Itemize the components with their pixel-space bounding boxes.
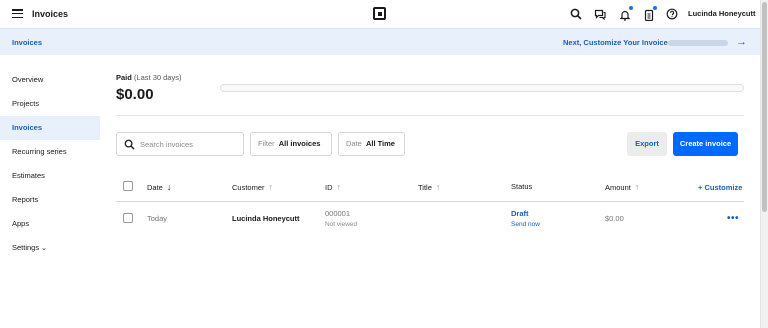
- row-id: 000001: [325, 209, 351, 218]
- bell-icon[interactable]: [619, 6, 633, 21]
- sidebar-item-projects[interactable]: Projects: [0, 92, 100, 116]
- sort-arrow-icon: ↑: [268, 182, 274, 192]
- paid-label: Paid: [116, 73, 132, 82]
- sidebar-item-reports[interactable]: Reports: [0, 188, 100, 212]
- column-header-title[interactable]: Title ↑: [418, 182, 440, 192]
- arrow-right-icon[interactable]: →: [736, 36, 747, 48]
- next-step-link[interactable]: Next, Customize Your Invoice: [563, 38, 668, 47]
- square-logo-icon[interactable]: [373, 7, 386, 20]
- row-checkbox[interactable]: [123, 213, 133, 223]
- scrollbar-thumb[interactable]: [762, 2, 767, 212]
- sidebar-item-estimates[interactable]: Estimates: [0, 164, 100, 188]
- column-header-id[interactable]: ID ↑: [325, 182, 341, 192]
- paid-period: (Last 30 days): [133, 73, 182, 82]
- column-label: Date: [147, 182, 163, 192]
- sidebar-item-label: Settings: [12, 243, 40, 252]
- sidebar-item-overview[interactable]: Overview: [0, 68, 100, 92]
- column-label: ID: [325, 182, 333, 192]
- sort-arrow-icon: ↑: [336, 182, 342, 192]
- user-name[interactable]: Lucinda Honeycutt: [688, 9, 756, 18]
- sort-arrow-icon: ↓: [166, 182, 172, 192]
- search-input[interactable]: Search invoices: [116, 132, 244, 156]
- scrollbar[interactable]: [760, 0, 768, 328]
- search-placeholder: Search invoices: [140, 140, 193, 149]
- column-header-status: Status: [511, 182, 532, 191]
- breadcrumb[interactable]: Invoices: [12, 38, 42, 47]
- date-label: Date: [346, 139, 362, 148]
- sidebar-item-apps[interactable]: Apps: [0, 212, 100, 236]
- send-now-link[interactable]: Send now: [511, 221, 540, 228]
- column-header-customer[interactable]: Customer ↑: [232, 182, 273, 192]
- sidebar-item-invoices[interactable]: Invoices: [0, 116, 100, 140]
- divider: [116, 115, 744, 116]
- notification-dot: [629, 6, 633, 10]
- sidebar-item-settings[interactable]: Settings ⌄: [0, 236, 100, 260]
- customize-columns-link[interactable]: + Customize: [698, 183, 742, 192]
- select-all-checkbox[interactable]: [123, 181, 133, 191]
- chat-icon[interactable]: [594, 8, 606, 20]
- filter-value: All invoices: [278, 139, 321, 148]
- create-invoice-button[interactable]: Create invoice: [673, 132, 738, 156]
- search-icon[interactable]: [570, 8, 582, 20]
- help-icon[interactable]: [666, 8, 678, 20]
- sidebar-item-label: Projects: [12, 99, 40, 108]
- sidebar-item-label: Estimates: [12, 171, 45, 180]
- export-button[interactable]: Export: [627, 132, 667, 156]
- app-title: Invoices: [32, 9, 69, 19]
- paid-amount: $0.00: [116, 86, 154, 103]
- clipboard-icon[interactable]: [643, 6, 657, 22]
- sidebar-item-label: Overview: [12, 75, 44, 84]
- filter-label: Filter: [258, 139, 275, 148]
- column-header-date[interactable]: Date ↓: [147, 182, 171, 192]
- breadcrumb-banner: Invoices Next, Customize Your Invoice →: [0, 28, 760, 55]
- chevron-down-icon: ⌄: [41, 245, 47, 252]
- sidebar-item-label: Invoices: [12, 123, 43, 132]
- row-status: Draft: [511, 209, 529, 218]
- date-value: All Time: [365, 139, 395, 148]
- setup-progress-bar: [668, 40, 728, 46]
- top-bar: Invoices Lucinda Honeycutt: [0, 0, 760, 28]
- paid-progress-bar: [220, 84, 744, 92]
- column-label: Title: [418, 182, 432, 192]
- row-date: Today: [147, 214, 168, 223]
- sidebar-item-recurring-series[interactable]: Recurring series: [0, 140, 100, 164]
- notification-dot: [653, 6, 657, 10]
- row-customer: Lucinda Honeycutt: [232, 214, 300, 223]
- column-label: Amount: [605, 182, 631, 192]
- search-icon: [124, 139, 135, 150]
- divider: [116, 201, 744, 202]
- sidebar-item-label: Apps: [12, 219, 30, 228]
- row-amount: $0.00: [605, 214, 624, 223]
- column-label: Status: [511, 182, 533, 191]
- paid-summary-label: Paid (Last 30 days): [116, 73, 181, 82]
- sort-arrow-icon: ↑: [435, 182, 441, 192]
- menu-icon[interactable]: [12, 9, 23, 19]
- sidebar: Overview Projects Invoices Recurring ser…: [0, 68, 100, 260]
- sort-arrow-icon: ↑: [634, 182, 640, 192]
- more-icon[interactable]: •••: [727, 213, 739, 224]
- filter-dropdown[interactable]: Filter All invoices: [250, 132, 332, 156]
- column-label: Customer: [232, 182, 265, 192]
- sidebar-item-label: Recurring series: [12, 147, 67, 156]
- date-dropdown[interactable]: Date All Time: [338, 132, 405, 156]
- column-header-amount[interactable]: Amount ↑: [605, 182, 639, 192]
- row-id-status: Not viewed: [325, 221, 358, 228]
- sidebar-item-label: Reports: [12, 195, 39, 204]
